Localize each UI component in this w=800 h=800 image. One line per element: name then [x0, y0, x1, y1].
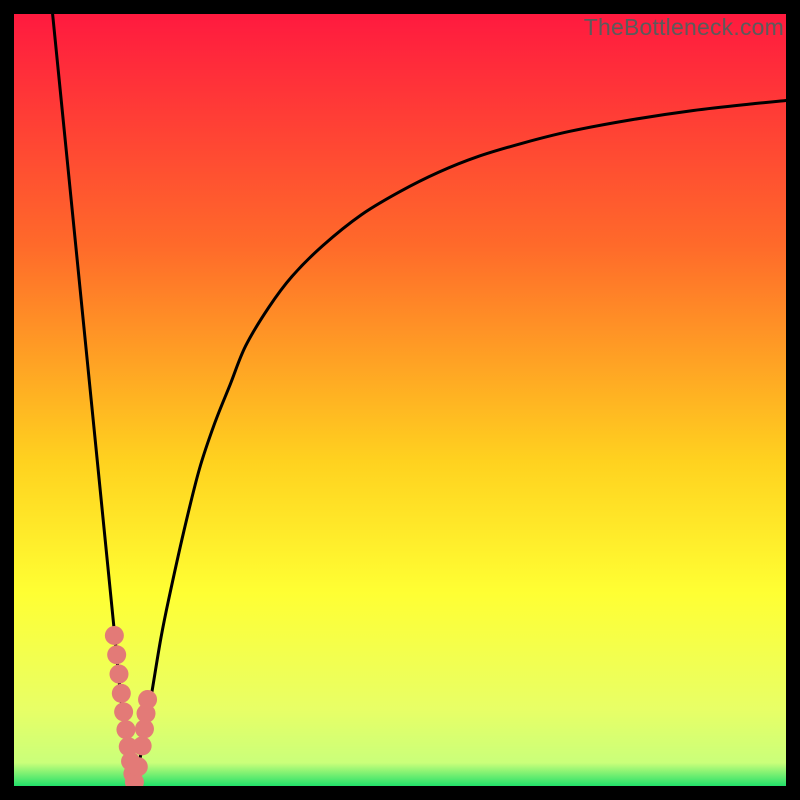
- outer-frame: TheBottleneck.com: [0, 0, 800, 800]
- data-marker: [107, 645, 126, 664]
- watermark-text: TheBottleneck.com: [584, 14, 784, 41]
- plot-area: [14, 14, 786, 786]
- data-marker: [105, 626, 124, 645]
- data-marker: [109, 665, 128, 684]
- data-marker: [129, 757, 148, 776]
- data-marker: [138, 690, 157, 709]
- data-marker: [116, 720, 135, 739]
- data-marker: [114, 702, 133, 721]
- data-marker: [133, 736, 152, 755]
- data-marker: [112, 684, 131, 703]
- gradient-background: [14, 14, 786, 786]
- chart-canvas: [14, 14, 786, 786]
